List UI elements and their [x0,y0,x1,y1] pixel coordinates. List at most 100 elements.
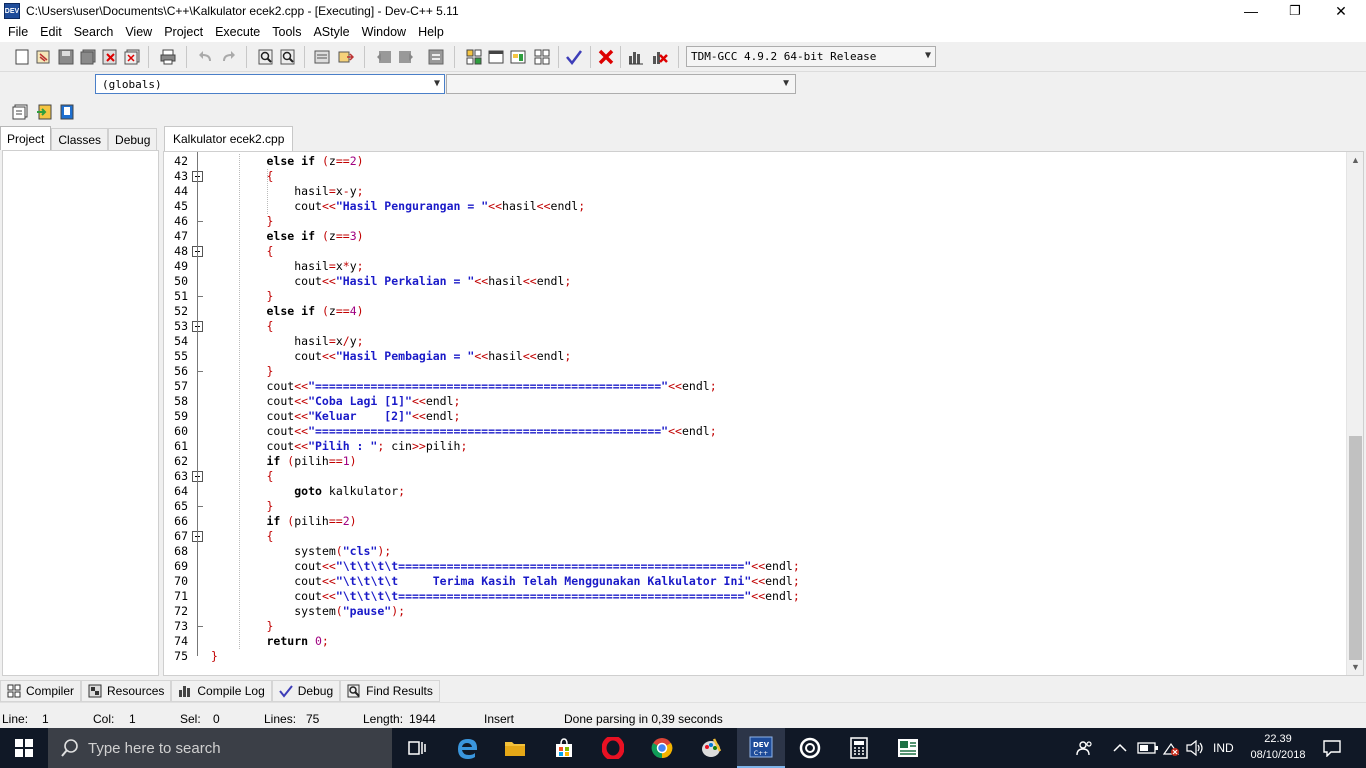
devcpp-taskbar-button[interactable]: DEV C++ [737,728,785,768]
code-line[interactable]: 59 cout<<"Keluar [2]"<<endl; [164,409,1346,424]
tab-find-results[interactable]: Find Results [340,680,440,702]
code-line[interactable]: 67 { [164,529,1346,544]
code-line[interactable]: 48 { [164,244,1346,259]
close-file-icon[interactable] [100,47,120,67]
code-line[interactable]: 60 cout<<"==============================… [164,424,1346,439]
remove-from-project-icon[interactable] [57,102,77,122]
code-line[interactable]: 65 } [164,499,1346,514]
people-button[interactable] [1076,728,1094,768]
code-line[interactable]: 54 hasil=x/y; [164,334,1346,349]
save-icon[interactable] [56,47,76,67]
tab-debug[interactable]: Debug [108,128,158,150]
compiler-select[interactable]: TDM-GCC 4.9.2 64-bit Release ▼ [686,46,936,67]
delete-profile-icon[interactable] [650,47,670,67]
calculator-button[interactable] [835,728,883,768]
menu-project[interactable]: Project [158,25,209,39]
compile-check-icon[interactable] [564,47,584,67]
start-button[interactable] [0,728,48,768]
code-line[interactable]: 63 { [164,469,1346,484]
open-file-icon[interactable] [34,47,54,67]
code-line[interactable]: 66 if (pilih==2) [164,514,1346,529]
scroll-up-icon[interactable]: ▲ [1347,152,1363,168]
store-button[interactable] [540,728,588,768]
replace-icon[interactable] [278,47,298,67]
code-line[interactable]: 74 return 0; [164,634,1346,649]
menu-search[interactable]: Search [68,25,120,39]
menu-tools[interactable]: Tools [266,25,307,39]
code-line[interactable]: 51 } [164,289,1346,304]
project-options-icon[interactable] [508,47,528,67]
window-icon[interactable] [486,47,506,67]
maximize-button[interactable]: ❐ [1272,0,1318,22]
close-all-icon[interactable] [122,47,142,67]
code-line[interactable]: 56 } [164,364,1346,379]
code-line[interactable]: 53 { [164,319,1346,334]
new-project-icon[interactable] [464,47,484,67]
chrome-button[interactable] [638,728,686,768]
indent-icon[interactable] [336,47,356,67]
battery-status[interactable] [1137,728,1159,768]
code-line[interactable]: 75} [164,649,1346,664]
minimize-button[interactable]: — [1228,0,1274,22]
redo-icon[interactable] [218,47,238,67]
scroll-down-icon[interactable]: ▼ [1347,659,1363,675]
profile-chart-icon[interactable] [626,47,646,67]
scrollbar-thumb[interactable] [1349,436,1362,660]
devcpp-app-icon[interactable]: DEV [4,3,20,19]
taskbar-clock[interactable]: 22.39 08/10/2018 [1246,731,1310,763]
code-line[interactable]: 71 cout<<"\t\t\t\t======================… [164,589,1346,604]
code-line[interactable]: 55 cout<<"Hasil Pembagian = "<<hasil<<en… [164,349,1346,364]
input-language[interactable]: IND [1213,728,1234,768]
code-line[interactable]: 50 cout<<"Hasil Perkalian = "<<hasil<<en… [164,274,1346,289]
code-line[interactable]: 64 goto kalkulator; [164,484,1346,499]
media-button[interactable] [786,728,834,768]
toggle-bookmark-icon[interactable] [374,47,394,67]
code-line[interactable]: 69 cout<<"\t\t\t\t======================… [164,559,1346,574]
code-line[interactable]: 52 else if (z==4) [164,304,1346,319]
menu-astyle[interactable]: AStyle [307,25,355,39]
action-center-button[interactable] [1322,728,1342,768]
menu-execute[interactable]: Execute [209,25,266,39]
insert-icon[interactable] [10,102,30,122]
close-button[interactable]: ✕ [1318,0,1364,22]
add-to-project-icon[interactable] [34,102,54,122]
goto-line-icon[interactable] [312,47,332,67]
menu-edit[interactable]: Edit [34,25,68,39]
code-line[interactable]: 68 system("cls"); [164,544,1346,559]
taskbar-search-box[interactable]: Type here to search [48,728,392,768]
code-line[interactable]: 49 hasil=x*y; [164,259,1346,274]
toggle-comment-icon[interactable] [426,47,446,67]
vertical-scrollbar[interactable]: ▲ ▼ [1346,152,1363,675]
volume-control[interactable] [1186,728,1204,768]
code-line[interactable]: 57 cout<<"==============================… [164,379,1346,394]
code-line[interactable]: 42 else if (z==2) [164,154,1346,169]
print-icon[interactable] [158,47,178,67]
member-select[interactable]: ▼ [446,74,796,94]
project-tree-panel[interactable] [2,150,159,676]
menu-file[interactable]: File [2,25,34,39]
tab-compile-log[interactable]: Compile Log [171,680,272,702]
edge-browser-button[interactable] [443,728,491,768]
network-status[interactable] [1162,728,1180,768]
save-all-icon[interactable] [78,47,98,67]
code-line[interactable]: 72 system("pause"); [164,604,1346,619]
paint-button[interactable] [687,728,735,768]
tab-classes[interactable]: Classes [51,128,109,150]
editor-tab-file[interactable]: Kalkulator ecek2.cpp [164,126,294,151]
word-button[interactable] [884,728,932,768]
next-bookmark-icon[interactable] [396,47,416,67]
code-line[interactable]: 58 cout<<"Coba Lagi [1]"<<endl; [164,394,1346,409]
tab-project[interactable]: Project [0,126,52,150]
new-file-icon[interactable] [12,47,32,67]
classes-icon[interactable] [532,47,552,67]
code-line[interactable]: 70 cout<<"\t\t\t\t Terima Kasih Telah Me… [164,574,1346,589]
find-icon[interactable] [256,47,276,67]
code-line[interactable]: 45 cout<<"Hasil Pengurangan = "<<hasil<<… [164,199,1346,214]
menu-view[interactable]: View [119,25,158,39]
menu-window[interactable]: Window [356,25,412,39]
scope-select[interactable]: (globals) ▼ [95,74,445,94]
panel-splitter[interactable] [0,702,1366,710]
code-line[interactable]: 61 cout<<"Pilih : "; cin>>pilih; [164,439,1346,454]
undo-icon[interactable] [196,47,216,67]
code-editor[interactable]: 42 else if (z==2) 43 {44 hasil=x-y; 45 cou… [163,151,1364,676]
